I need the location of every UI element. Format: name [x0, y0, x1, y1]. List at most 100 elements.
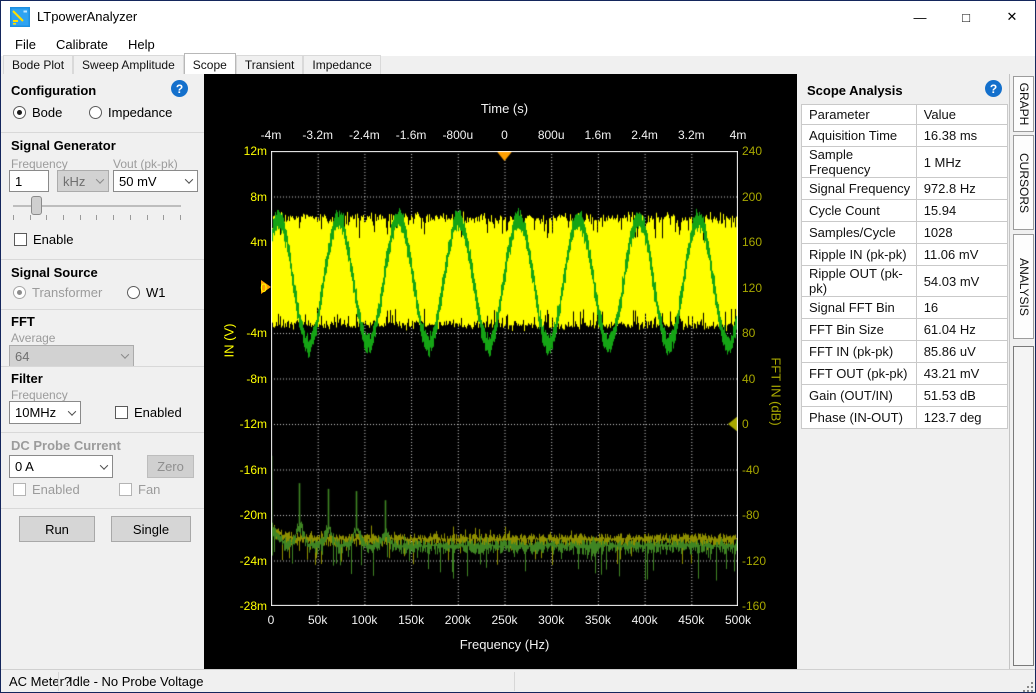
table-row: Ripple OUT (pk-pk)54.03 mV — [802, 266, 1008, 297]
bode-radio[interactable]: Bode — [13, 105, 62, 120]
impedance-radio-label: Impedance — [108, 105, 172, 120]
radio-icon[interactable] — [127, 286, 140, 299]
tab-transient[interactable]: Transient — [236, 55, 304, 74]
side-tab-graph[interactable]: GRAPH — [1013, 76, 1034, 132]
resize-grip-icon[interactable] — [1020, 679, 1033, 692]
amplitude-slider-thumb[interactable] — [31, 196, 42, 215]
checkbox-icon[interactable] — [115, 406, 128, 419]
menu-calibrate[interactable]: Calibrate — [46, 35, 118, 54]
vout-value: 50 mV — [119, 174, 157, 189]
impedance-radio[interactable]: Impedance — [89, 105, 172, 120]
radio-icon[interactable] — [13, 286, 26, 299]
zero-button[interactable]: Zero — [147, 455, 194, 478]
single-button[interactable]: Single — [111, 516, 191, 542]
fft-title: FFT — [11, 314, 35, 329]
time-tick-label: -800u — [433, 128, 483, 142]
checkbox-icon[interactable] — [14, 233, 27, 246]
slider-tick — [96, 215, 97, 220]
transformer-radio[interactable]: Transformer — [13, 285, 102, 300]
fft-tick-label: 0 — [742, 417, 792, 431]
menu-help[interactable]: Help — [118, 35, 165, 54]
minimize-button[interactable]: — — [897, 1, 943, 33]
fan-label: Fan — [138, 482, 160, 497]
scope-plot-panel: Time (s) Frequency (Hz) IN (V) FFT IN (d… — [204, 74, 797, 669]
fft-tick-label: -40 — [742, 463, 792, 477]
dc-probe-current-value: 0 A — [15, 459, 34, 474]
frequency-tick-label: 50k — [293, 613, 343, 627]
tab-scope[interactable]: Scope — [184, 53, 236, 74]
signal-generator-title: Signal Generator — [11, 138, 116, 153]
w1-radio[interactable]: W1 — [127, 285, 166, 300]
tab-impedance[interactable]: Impedance — [303, 55, 380, 74]
parameter-cell: Gain (OUT/IN) — [802, 385, 917, 407]
separator — [1, 132, 204, 133]
column-header-parameter: Parameter — [802, 105, 917, 125]
table-row: Phase (IN-OUT)123.7 deg — [802, 407, 1008, 429]
slider-tick-marks — [13, 215, 181, 220]
fft-tick-label: 40 — [742, 372, 792, 386]
in-tick-label: -24m — [204, 554, 267, 568]
radio-icon[interactable] — [89, 106, 102, 119]
fan-checkbox[interactable]: Fan — [119, 482, 160, 497]
fft-tick-label: 80 — [742, 326, 792, 340]
checkbox-icon[interactable] — [13, 483, 26, 496]
table-row: Aquisition Time16.38 ms — [802, 125, 1008, 147]
close-button[interactable]: ✕ — [989, 1, 1035, 33]
run-button[interactable]: Run — [19, 516, 95, 542]
value-cell: 1028 — [916, 222, 1007, 244]
time-tick-label: 0 — [480, 128, 530, 142]
vout-select[interactable]: 50 mV — [113, 170, 198, 192]
dc-probe-current-select[interactable]: 0 A — [9, 455, 113, 478]
dc-enabled-label: Enabled — [32, 482, 80, 497]
table-row: Signal FFT Bin16 — [802, 297, 1008, 319]
slider-tick — [80, 215, 81, 220]
sidebar: Configuration ? Bode Impedance Signal Ge… — [1, 74, 204, 669]
value-cell: 16.38 ms — [916, 125, 1007, 147]
tab-bar: Bode PlotSweep AmplitudeScopeTransientIm… — [3, 56, 1036, 74]
dc-probe-title: DC Probe Current — [11, 438, 121, 453]
time-tick-label: 2.4m — [620, 128, 670, 142]
maximize-button[interactable]: □ — [943, 1, 989, 33]
enable-checkbox[interactable]: Enable — [14, 232, 73, 247]
slider-tick — [63, 215, 64, 220]
menu-file[interactable]: File — [5, 35, 46, 54]
slider-tick — [113, 215, 114, 220]
scope-analysis-help-icon[interactable]: ? — [985, 80, 1002, 97]
status-message: Idle - No Probe Voltage — [69, 674, 203, 689]
filter-enabled-checkbox[interactable]: Enabled — [115, 405, 182, 420]
frequency-tick-label: 400k — [620, 613, 670, 627]
separator — [1, 309, 204, 310]
title-bar: LTpowerAnalyzer — □ ✕ — [1, 1, 1035, 33]
tab-bode-plot[interactable]: Bode Plot — [3, 55, 73, 74]
separator — [1, 259, 204, 260]
radio-icon[interactable] — [13, 106, 26, 119]
in-tick-label: -20m — [204, 508, 267, 522]
side-tab-analysis[interactable]: ANALYSIS — [1013, 234, 1034, 339]
filter-frequency-select[interactable]: 10MHz — [9, 401, 81, 424]
chevron-down-icon — [185, 175, 193, 183]
frequency-input[interactable]: 1 — [9, 170, 49, 192]
side-tab-cursors[interactable]: CURSORS — [1013, 135, 1034, 230]
time-tick-label: -3.2m — [293, 128, 343, 142]
slider-tick — [163, 215, 164, 220]
filter-title: Filter — [11, 371, 43, 386]
scope-plot-canvas[interactable] — [271, 151, 738, 606]
scope-analysis-panel: Scope Analysis ? ParameterValueAquisitio… — [797, 74, 1009, 669]
bode-radio-label: Bode — [32, 105, 62, 120]
average-select[interactable]: 64 — [9, 345, 134, 367]
signal-source-title: Signal Source — [11, 265, 98, 280]
checkbox-icon[interactable] — [119, 483, 132, 496]
chevron-down-icon — [68, 407, 76, 415]
table-row: Cycle Count15.94 — [802, 200, 1008, 222]
parameter-cell: Samples/Cycle — [802, 222, 917, 244]
parameter-cell: Sample Frequency — [802, 147, 917, 178]
parameter-cell: Cycle Count — [802, 200, 917, 222]
dc-enabled-checkbox[interactable]: Enabled — [13, 482, 80, 497]
tab-sweep-amplitude[interactable]: Sweep Amplitude — [73, 55, 184, 74]
time-tick-label: 800u — [526, 128, 576, 142]
frequency-unit-select[interactable]: kHz — [57, 170, 109, 192]
table-header-row: ParameterValue — [802, 105, 1008, 125]
window-controls: — □ ✕ — [897, 1, 1035, 33]
chevron-down-icon — [121, 350, 129, 358]
configuration-help-icon[interactable]: ? — [171, 80, 188, 97]
